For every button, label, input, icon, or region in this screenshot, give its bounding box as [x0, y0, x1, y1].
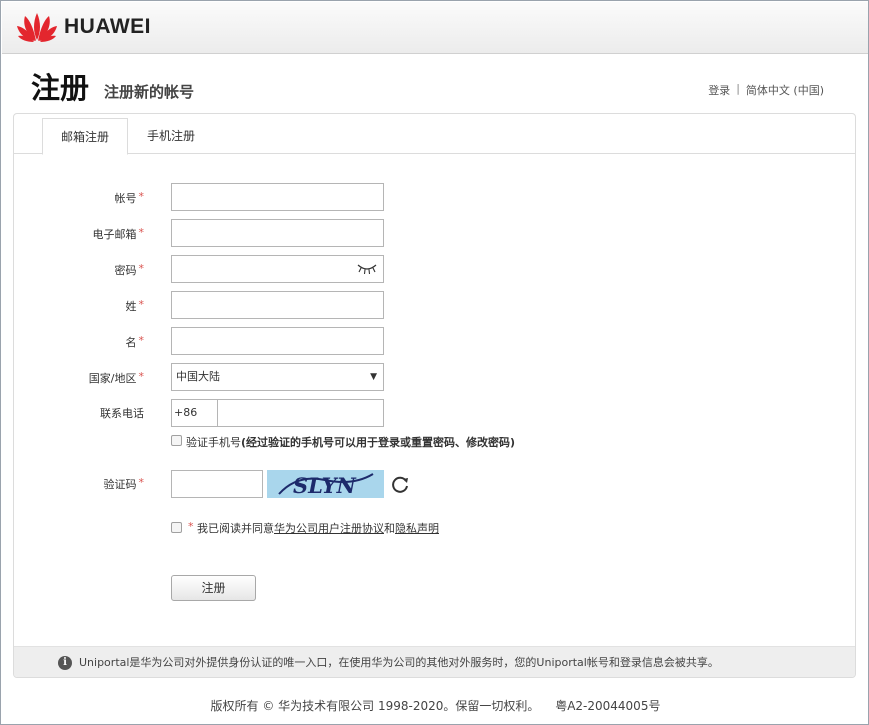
- verify-phone-prefix: 验证手机号: [186, 436, 241, 449]
- agreement-text: * 我已阅读并同意华为公司用户注册协议和隐私声明: [186, 520, 439, 536]
- account-input[interactable]: [171, 183, 384, 211]
- country-value: 中国大陆: [176, 370, 220, 383]
- copyright-text: 版权所有 © 华为技术有限公司 1998-2020。保留一切权利。: [210, 699, 540, 713]
- info-icon: i: [58, 656, 72, 670]
- account-label: 帐号 *: [14, 190, 145, 206]
- agree-prefix: 我已阅读并同意: [197, 522, 274, 535]
- email-input[interactable]: [171, 219, 384, 247]
- captcha-label-text: 验证码: [103, 478, 137, 491]
- tab-phone-register[interactable]: 手机注册: [129, 118, 213, 155]
- phone-label-text: 联系电话: [100, 407, 144, 420]
- firstname-label-text: 名: [125, 336, 137, 349]
- country-label-text: 国家/地区: [88, 372, 137, 385]
- page-subtitle: 注册新的帐号: [104, 83, 195, 101]
- captcha-graphic: SLYN: [278, 473, 374, 498]
- page-frame: HUAWEI 注册 注册新的帐号 登录 | 简体中文 (中国) 邮箱注册 手机注…: [0, 0, 869, 725]
- required-mark: *: [138, 370, 145, 383]
- verify-phone-text: 验证手机号(经过验证的手机号可以用于登录或重置密码、修改密码): [186, 434, 515, 450]
- required-mark: *: [138, 190, 145, 203]
- required-mark: *: [138, 226, 145, 239]
- huawei-logo[interactable]: HUAWEI: [16, 12, 151, 42]
- verify-phone-checkbox[interactable]: [171, 435, 182, 446]
- agree-checkbox[interactable]: [171, 522, 182, 533]
- language-selector[interactable]: 简体中文 (中国): [746, 82, 824, 98]
- page-footer: 版权所有 © 华为技术有限公司 1998-2020。保留一切权利。 粤A2-20…: [1, 697, 869, 714]
- phone-country-code[interactable]: +86: [172, 400, 218, 426]
- huawei-flower-icon: [17, 13, 57, 42]
- privacy-policy-link[interactable]: 隐私声明: [395, 522, 439, 535]
- email-label: 电子邮箱 *: [14, 226, 145, 242]
- email-label-text: 电子邮箱: [92, 228, 137, 241]
- required-mark: *: [188, 520, 194, 533]
- refresh-icon[interactable]: [390, 475, 410, 495]
- captcha-text: SLYN: [293, 473, 357, 498]
- required-mark: *: [138, 476, 145, 489]
- country-select[interactable]: 中国大陆 ▼: [171, 363, 384, 391]
- captcha-label: 验证码 *: [14, 476, 145, 492]
- register-button[interactable]: 注册: [171, 575, 256, 601]
- verify-phone-note: (经过验证的手机号可以用于登录或重置密码、修改密码): [241, 436, 516, 449]
- lastname-label-text: 姓: [125, 300, 137, 313]
- country-label: 国家/地区 *: [14, 370, 144, 386]
- notice-bar: i Uniportal是华为公司对外提供身份认证的唯一入口，在使用华为公司的其他…: [14, 646, 855, 677]
- eye-closed-icon[interactable]: [357, 262, 377, 276]
- captcha-image[interactable]: SLYN: [267, 470, 384, 498]
- lastname-input[interactable]: [171, 291, 384, 319]
- required-mark: *: [138, 334, 145, 347]
- brand-name: HUAWEI: [64, 15, 151, 38]
- agree-and: 和: [384, 522, 395, 535]
- chevron-down-icon: ▼: [370, 372, 377, 382]
- password-label: 密码 *: [14, 262, 145, 278]
- password-label-text: 密码: [114, 264, 137, 277]
- required-mark: *: [138, 298, 145, 311]
- lastname-label: 姓 *: [14, 298, 145, 314]
- notice-text: Uniportal是华为公司对外提供身份认证的唯一入口，在使用华为公司的其他对外…: [79, 656, 719, 669]
- registration-card: 邮箱注册 手机注册 帐号 * 电子邮箱 * 密码 * 姓 * 名 * 国家/地区…: [13, 113, 856, 678]
- firstname-label: 名 *: [14, 334, 145, 350]
- tab-email-register[interactable]: 邮箱注册: [42, 118, 129, 155]
- captcha-input[interactable]: [171, 470, 263, 498]
- top-bar: HUAWEI: [2, 2, 868, 54]
- phone-label: 联系电话: [14, 405, 144, 421]
- firstname-input[interactable]: [171, 327, 384, 355]
- tab-bar: 邮箱注册 手机注册: [14, 114, 855, 155]
- required-mark: *: [138, 262, 145, 275]
- page-title: 注册: [31, 71, 90, 105]
- link-separator: |: [736, 82, 740, 95]
- login-link[interactable]: 登录: [708, 82, 730, 98]
- icp-number[interactable]: 粤A2-20044005号: [555, 699, 660, 713]
- account-label-text: 帐号: [114, 192, 137, 205]
- top-links: 登录 | 简体中文 (中国): [708, 82, 824, 98]
- phone-field[interactable]: +86: [171, 399, 384, 427]
- password-input[interactable]: [171, 255, 384, 283]
- user-agreement-link[interactable]: 华为公司用户注册协议: [274, 522, 384, 535]
